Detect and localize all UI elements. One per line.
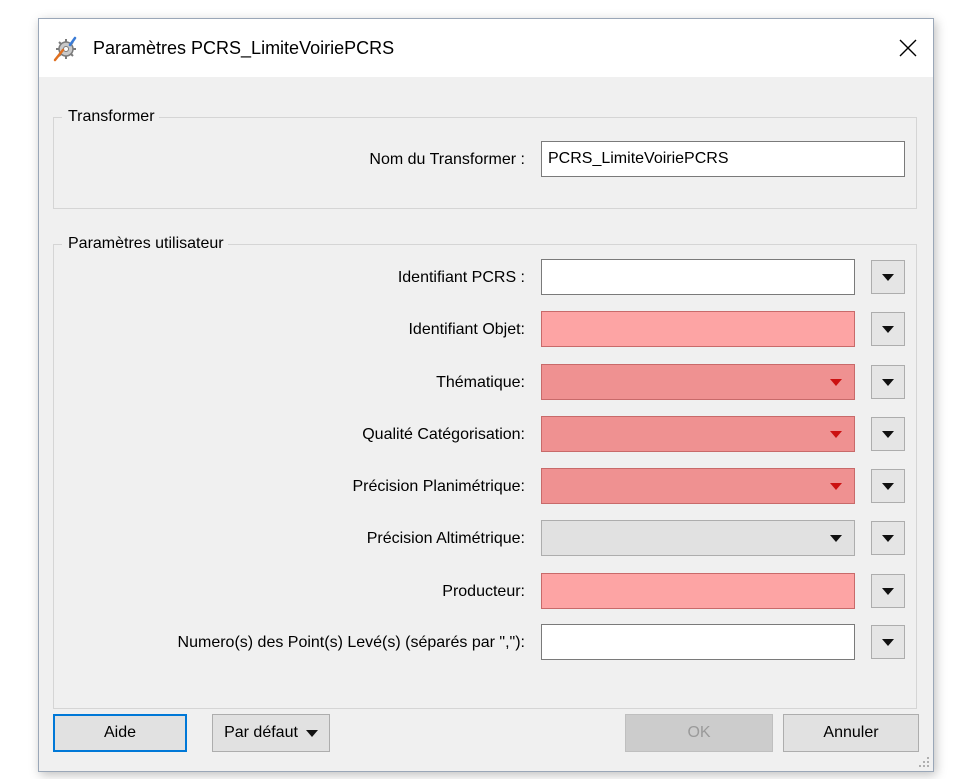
chevron-down-icon [882,483,894,490]
screen: Paramètres PCRS_LimiteVoiriePCRS Transfo… [0,0,957,779]
precision-altimetrique-options-button[interactable] [871,521,905,555]
producteur-label: Producteur: [442,583,525,600]
chevron-down-icon [830,483,842,490]
numeros-points-leves-input[interactable] [541,624,855,660]
chevron-down-icon [830,379,842,386]
chevron-down-icon [882,588,894,595]
identifiant-objet-options-button[interactable] [871,312,905,346]
precision-planimetrique-options-button[interactable] [871,469,905,503]
identifiant-pcrs-options-button[interactable] [871,260,905,294]
cancel-button[interactable]: Annuler [783,714,919,752]
precision-planimetrique-label: Précision Planimétrique: [352,478,525,495]
close-button[interactable] [883,19,933,77]
resize-grip-icon[interactable] [916,754,930,768]
help-button[interactable]: Aide [53,714,187,752]
transformer-group-title: Transformer [62,107,159,127]
cancel-button-label: Annuler [823,724,879,741]
chevron-down-icon [882,639,894,646]
chevron-down-icon [882,431,894,438]
parameters-dialog: Paramètres PCRS_LimiteVoiriePCRS Transfo… [38,18,934,772]
thematique-options-button[interactable] [871,365,905,399]
defaults-button-label: Par défaut [224,724,298,741]
title-bar: Paramètres PCRS_LimiteVoiriePCRS [39,19,933,77]
qualite-categorisation-label: Qualité Catégorisation: [362,426,525,443]
chevron-down-icon [830,535,842,542]
qualite-categorisation-options-button[interactable] [871,417,905,451]
identifiant-pcrs-input[interactable] [541,259,855,295]
precision-altimetrique-select[interactable] [541,520,855,556]
transformer-name-label: Nom du Transformer : [369,151,525,168]
close-icon [899,39,917,57]
help-button-label: Aide [103,724,137,741]
numeros-points-leves-label: Numero(s) des Point(s) Levé(s) (séparés … [177,634,525,651]
transformer-name-input[interactable] [541,141,905,177]
thematique-label: Thématique: [436,374,525,391]
transformer-gear-icon [53,36,77,62]
chevron-down-icon [882,326,894,333]
defaults-button[interactable]: Par défaut [212,714,330,752]
qualite-categorisation-select[interactable] [541,416,855,452]
chevron-down-icon [882,274,894,281]
thematique-select[interactable] [541,364,855,400]
ok-button-label: OK [687,724,711,741]
chevron-down-icon [882,379,894,386]
user-parameters-group-title: Paramètres utilisateur [62,234,228,254]
ok-button[interactable]: OK [625,714,773,752]
numeros-points-leves-options-button[interactable] [871,625,905,659]
precision-altimetrique-label: Précision Altimétrique: [366,530,525,547]
chevron-down-icon [830,431,842,438]
window-title: Paramètres PCRS_LimiteVoiriePCRS [93,38,395,58]
precision-planimetrique-select[interactable] [541,468,855,504]
chevron-down-icon [305,729,318,737]
producteur-options-button[interactable] [871,574,905,608]
identifiant-objet-label: Identifiant Objet: [408,321,525,338]
identifiant-objet-input[interactable] [541,311,855,347]
identifiant-pcrs-label: Identifiant PCRS : [397,269,525,286]
producteur-input[interactable] [541,573,855,609]
chevron-down-icon [882,535,894,542]
